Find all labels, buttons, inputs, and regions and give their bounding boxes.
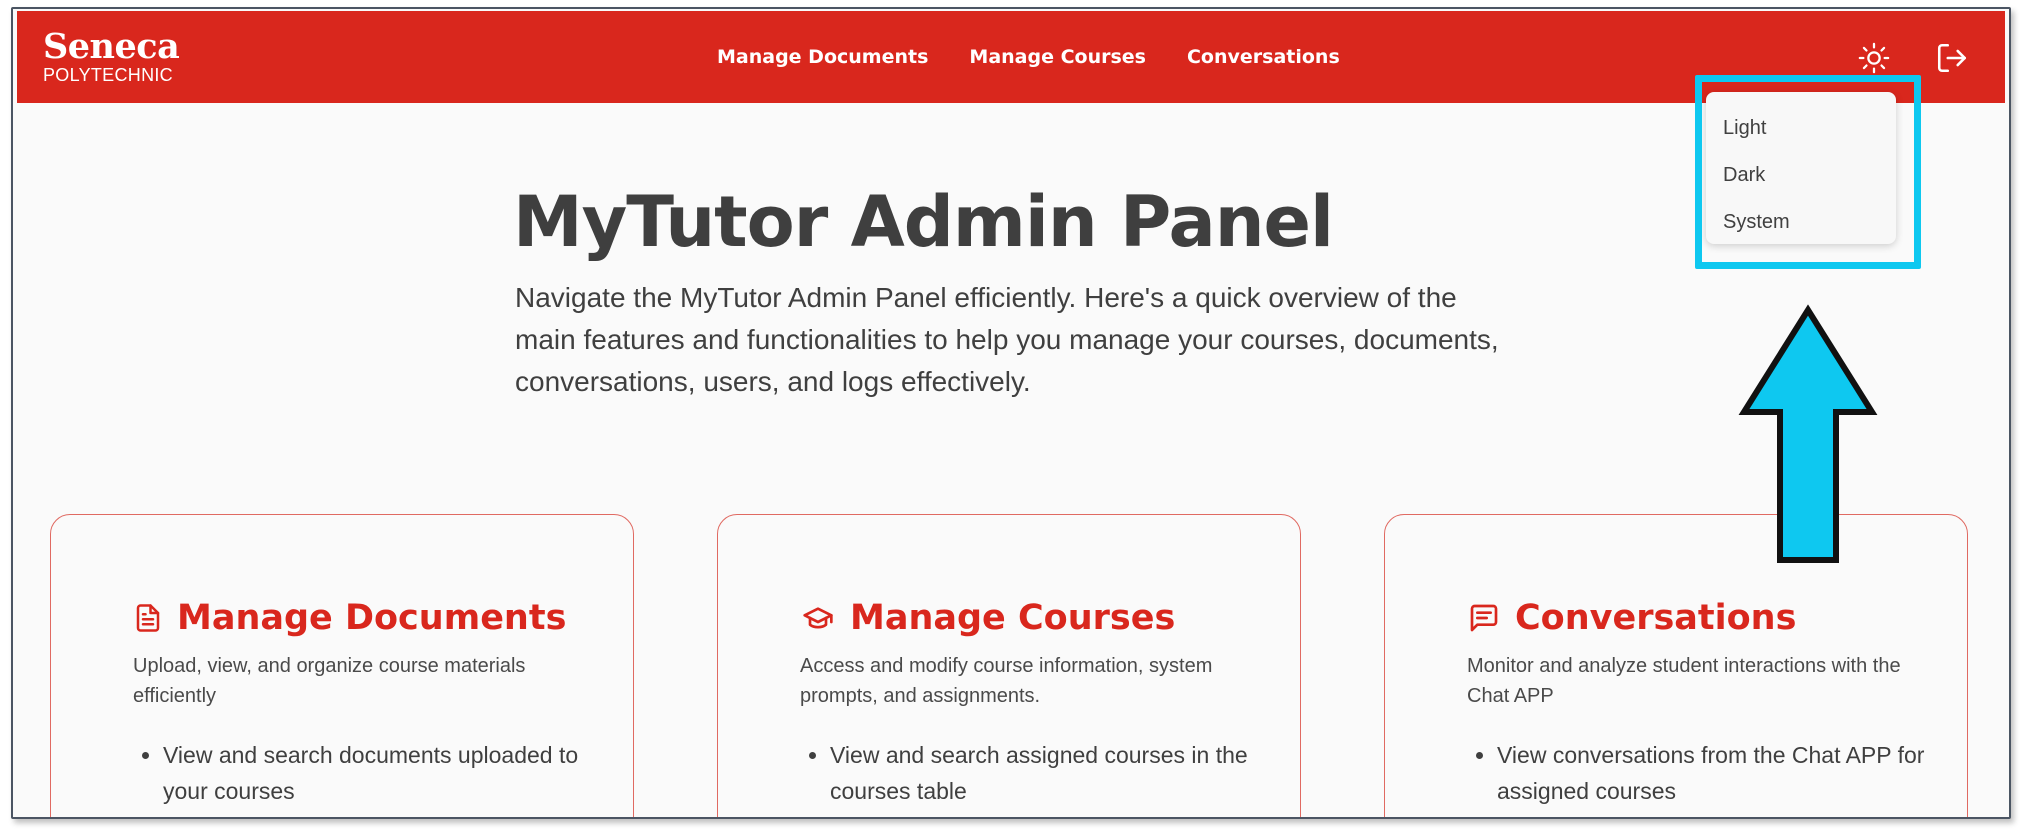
card-description: Monitor and analyze student interactions… [1467,655,1901,707]
card-feature-list: View and search documents uploaded to yo… [133,737,603,809]
chat-icon [1470,604,1498,632]
theme-option-system[interactable]: System [1723,211,1790,234]
theme-dropdown-menu: Light Dark System [1706,92,1896,244]
page-title: MyTutor Admin Panel [513,181,1334,263]
card-header: Manage Courses [800,598,1175,638]
card-title: Manage Documents [177,598,567,638]
card-manage-courses: Manage Courses Access and modify course … [717,514,1301,817]
card-description: Access and modify course information, sy… [800,655,1213,707]
theme-option-dark[interactable]: Dark [1723,164,1765,187]
theme-toggle-button[interactable] [1855,39,1893,77]
nav-manage-courses[interactable]: Manage Courses [969,46,1146,68]
card-title: Conversations [1515,598,1797,638]
card-header: Manage Documents [133,598,566,638]
logout-button[interactable] [1933,39,1971,77]
main-nav: Manage Documents Manage Courses Conversa… [717,11,1381,103]
document-icon [136,604,160,632]
card-manage-documents: Manage Documents Upload, view, and organ… [50,514,634,817]
top-navbar: Seneca POLYTECHNIC Manage Documents Mana… [17,11,2005,103]
card-header: Conversations [1467,598,1796,638]
logo-tagline: POLYTECHNIC [43,65,173,85]
nav-conversations[interactable]: Conversations [1187,46,1340,68]
list-item: View and search documents uploaded to yo… [163,737,603,809]
card-feature-list: View and search assigned courses in the … [800,737,1270,809]
page-description: Navigate the MyTutor Admin Panel efficie… [515,282,1499,397]
card-feature-list: View conversations from the Chat APP for… [1467,737,1937,809]
graduation-cap-icon [803,607,833,629]
nav-manage-documents[interactable]: Manage Documents [717,46,928,68]
theme-option-light[interactable]: Light [1723,117,1766,140]
logo-name: Seneca [43,26,180,67]
seneca-logo[interactable]: Seneca POLYTECHNIC [43,26,180,86]
logout-icon [1937,43,1967,73]
up-arrow-annotation [1738,304,1878,563]
sun-icon [1858,42,1890,74]
card-description: Upload, view, and organize course materi… [133,655,526,707]
card-conversations: Conversations Monitor and analyze studen… [1384,514,1968,817]
card-title: Manage Courses [850,598,1176,638]
app-window: Seneca POLYTECHNIC Manage Documents Mana… [11,7,2011,819]
list-item: View conversations from the Chat APP for… [1497,737,1937,809]
list-item: View and search assigned courses in the … [830,737,1270,809]
